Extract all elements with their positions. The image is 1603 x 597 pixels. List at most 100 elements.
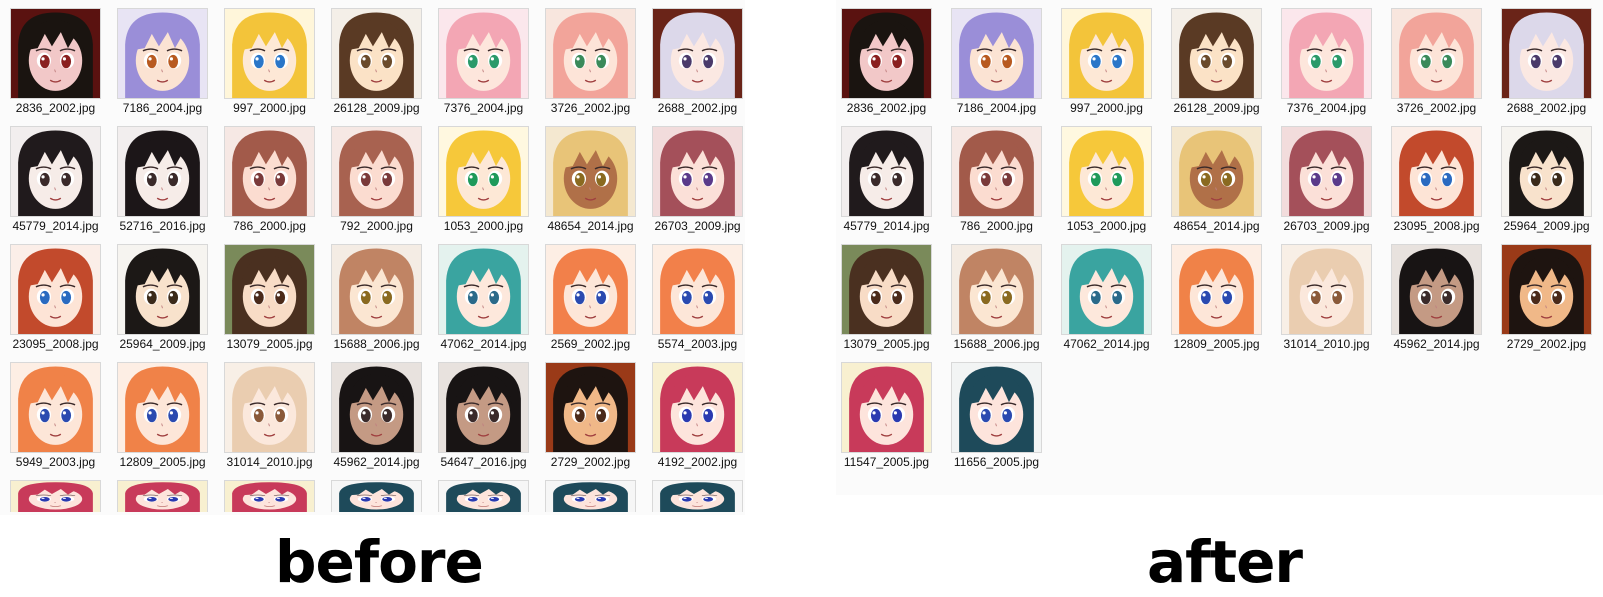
file-thumbnail-item[interactable]: 25964_2009.jpg xyxy=(117,244,208,353)
thumbnail-image xyxy=(10,126,101,217)
file-thumbnail-item[interactable]: 3726_2002.jpg xyxy=(1391,8,1482,117)
file-thumbnail-item[interactable]: 786_2000.jpg xyxy=(951,126,1042,235)
file-thumbnail-item[interactable]: 3726_2002.jpg xyxy=(545,8,636,117)
file-thumbnail-item[interactable]: 15688_2006.jpg xyxy=(331,244,422,353)
before-caption: before xyxy=(275,528,484,596)
file-thumbnail-item[interactable]: 7186_2004.jpg xyxy=(117,8,208,117)
file-thumbnail-item[interactable]: 2688_2002.jpg xyxy=(1501,8,1592,117)
file-thumbnail-item[interactable]: 45779_2014.jpg xyxy=(10,126,101,235)
thumbnail-image xyxy=(1501,126,1592,217)
file-name-label: 15688_2006.jpg xyxy=(333,337,420,351)
file-name-label: 31014_2010.jpg xyxy=(226,455,313,469)
file-thumbnail-item[interactable]: 12809_2005.jpg xyxy=(117,362,208,471)
file-thumbnail-item[interactable]: 26703_2009.jpg xyxy=(1281,126,1372,235)
anime-face-thumbnail-image xyxy=(118,245,207,334)
file-name-label: 13079_2005.jpg xyxy=(843,337,930,351)
file-thumbnail-item[interactable] xyxy=(652,480,743,515)
file-thumbnail-item[interactable]: 13079_2005.jpg xyxy=(224,244,315,353)
file-thumbnail-item[interactable]: 786_2000.jpg xyxy=(224,126,315,235)
file-thumbnail-item[interactable] xyxy=(10,480,101,515)
file-thumbnail-item[interactable]: 31014_2010.jpg xyxy=(1281,244,1372,353)
thumbnail-image xyxy=(224,480,315,512)
anime-face-thumbnail-image xyxy=(1282,9,1371,98)
file-thumbnail-item[interactable]: 52716_2016.jpg xyxy=(117,126,208,235)
file-thumbnail-item[interactable]: 13079_2005.jpg xyxy=(841,244,932,353)
file-thumbnail-item[interactable]: 2836_2002.jpg xyxy=(841,8,932,117)
file-thumbnail-item[interactable]: 47062_2014.jpg xyxy=(1061,244,1152,353)
anime-face-thumbnail-image xyxy=(1392,245,1481,334)
file-thumbnail-item[interactable]: 4192_2002.jpg xyxy=(652,362,743,471)
file-thumbnail-item[interactable]: 25964_2009.jpg xyxy=(1501,126,1592,235)
file-thumbnail-item[interactable]: 48654_2014.jpg xyxy=(545,126,636,235)
file-thumbnail-item[interactable]: 997_2000.jpg xyxy=(224,8,315,117)
file-thumbnail-item[interactable] xyxy=(224,480,315,515)
file-thumbnail-item[interactable]: 7376_2004.jpg xyxy=(438,8,529,117)
anime-face-thumbnail-image xyxy=(332,245,421,334)
thumbnail-image xyxy=(224,126,315,217)
file-thumbnail-item[interactable]: 48654_2014.jpg xyxy=(1171,126,1262,235)
file-name-label: 26703_2009.jpg xyxy=(1283,219,1370,233)
anime-face-thumbnail-image xyxy=(439,363,528,452)
file-thumbnail-item[interactable]: 31014_2010.jpg xyxy=(224,362,315,471)
thumbnail-image xyxy=(1061,126,1152,217)
thumbnail-image xyxy=(1501,244,1592,335)
anime-face-thumbnail-image xyxy=(1062,9,1151,98)
file-thumbnail-item[interactable]: 5574_2003.jpg xyxy=(652,244,743,353)
file-name-label: 31014_2010.jpg xyxy=(1283,337,1370,351)
file-name-label: 2688_2002.jpg xyxy=(1506,101,1587,115)
thumbnail-image xyxy=(1391,244,1482,335)
file-thumbnail-item[interactable] xyxy=(545,480,636,515)
thumbnail-image xyxy=(951,126,1042,217)
file-thumbnail-item[interactable] xyxy=(438,480,529,515)
anime-face-thumbnail-image xyxy=(952,363,1041,452)
file-thumbnail-item[interactable]: 15688_2006.jpg xyxy=(951,244,1042,353)
file-thumbnail-item[interactable]: 2729_2002.jpg xyxy=(545,362,636,471)
thumbnail-image xyxy=(438,244,529,335)
thumbnail-image xyxy=(331,126,422,217)
file-thumbnail-item[interactable] xyxy=(331,480,422,515)
file-thumbnail-item[interactable]: 12809_2005.jpg xyxy=(1171,244,1262,353)
file-thumbnail-item[interactable]: 1053_2000.jpg xyxy=(438,126,529,235)
file-thumbnail-item[interactable]: 7376_2004.jpg xyxy=(1281,8,1372,117)
file-thumbnail-item[interactable]: 54647_2016.jpg xyxy=(438,362,529,471)
file-thumbnail-item[interactable]: 2836_2002.jpg xyxy=(10,8,101,117)
thumbnail-image xyxy=(951,244,1042,335)
file-name-label: 2729_2002.jpg xyxy=(550,455,631,469)
thumbnail-image xyxy=(841,244,932,335)
file-thumbnail-item[interactable]: 5949_2003.jpg xyxy=(10,362,101,471)
anime-face-thumbnail-image xyxy=(1172,127,1261,216)
file-thumbnail-item[interactable]: 45962_2014.jpg xyxy=(331,362,422,471)
file-thumbnail-item[interactable]: 26128_2009.jpg xyxy=(1171,8,1262,117)
anime-face-thumbnail-image xyxy=(11,9,100,98)
file-thumbnail-item[interactable]: 45962_2014.jpg xyxy=(1391,244,1482,353)
thumbnail-image xyxy=(545,8,636,99)
file-thumbnail-item[interactable]: 23095_2008.jpg xyxy=(1391,126,1482,235)
file-thumbnail-item[interactable]: 997_2000.jpg xyxy=(1061,8,1152,117)
file-thumbnail-item[interactable]: 11547_2005.jpg xyxy=(841,362,932,471)
thumbnail-image xyxy=(951,362,1042,453)
file-name-label: 1053_2000.jpg xyxy=(1066,219,1147,233)
thumbnail-image xyxy=(951,8,1042,99)
thumbnail-image xyxy=(652,480,743,512)
file-thumbnail-item[interactable]: 7186_2004.jpg xyxy=(951,8,1042,117)
file-thumbnail-item[interactable] xyxy=(117,480,208,515)
thumbnail-image xyxy=(331,362,422,453)
file-thumbnail-item[interactable]: 2729_2002.jpg xyxy=(1501,244,1592,353)
file-thumbnail-item[interactable]: 2688_2002.jpg xyxy=(652,8,743,117)
file-thumbnail-item[interactable]: 26703_2009.jpg xyxy=(652,126,743,235)
file-name-label: 7376_2004.jpg xyxy=(1286,101,1367,115)
file-thumbnail-item[interactable]: 47062_2014.jpg xyxy=(438,244,529,353)
file-thumbnail-item[interactable]: 1053_2000.jpg xyxy=(1061,126,1152,235)
file-name-label: 7186_2004.jpg xyxy=(956,101,1037,115)
anime-face-thumbnail-image xyxy=(439,481,528,512)
file-name-label: 45962_2014.jpg xyxy=(333,455,420,469)
file-thumbnail-item[interactable]: 45779_2014.jpg xyxy=(841,126,932,235)
anime-face-thumbnail-image xyxy=(225,481,314,512)
file-thumbnail-item[interactable]: 23095_2008.jpg xyxy=(10,244,101,353)
file-thumbnail-item[interactable]: 26128_2009.jpg xyxy=(331,8,422,117)
file-thumbnail-item[interactable]: 2569_2002.jpg xyxy=(545,244,636,353)
file-name-label: 13079_2005.jpg xyxy=(226,337,313,351)
file-thumbnail-item[interactable]: 11656_2005.jpg xyxy=(951,362,1042,471)
file-name-label: 52716_2016.jpg xyxy=(119,219,206,233)
file-thumbnail-item[interactable]: 792_2000.jpg xyxy=(331,126,422,235)
